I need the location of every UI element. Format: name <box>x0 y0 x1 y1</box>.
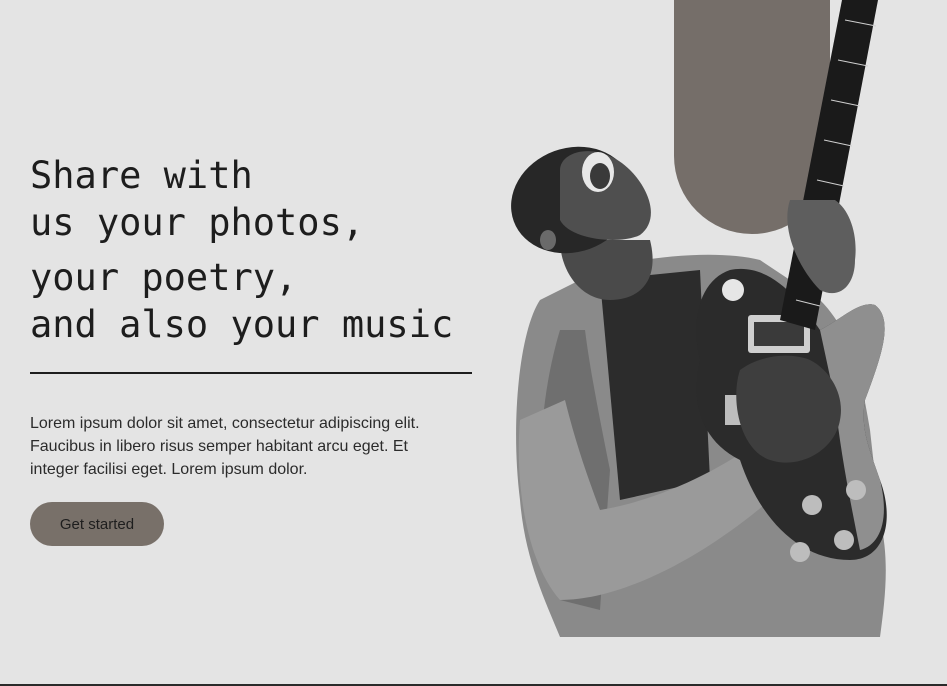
headline-line: Share with <box>30 154 253 197</box>
hero-description: Lorem ipsum dolor sit amet, consectetur … <box>30 415 420 478</box>
divider <box>30 372 472 374</box>
headline-line: your poetry, <box>30 256 298 299</box>
hero-headline: Share with us your photos, your poetry, … <box>30 152 475 348</box>
hero-content: Share with us your photos, your poetry, … <box>30 152 475 546</box>
get-started-button[interactable]: Get started <box>30 502 164 546</box>
headline-line: and also your music <box>30 303 454 346</box>
guitarist-photo <box>511 0 887 637</box>
headline-line: us your photos, <box>30 201 365 244</box>
